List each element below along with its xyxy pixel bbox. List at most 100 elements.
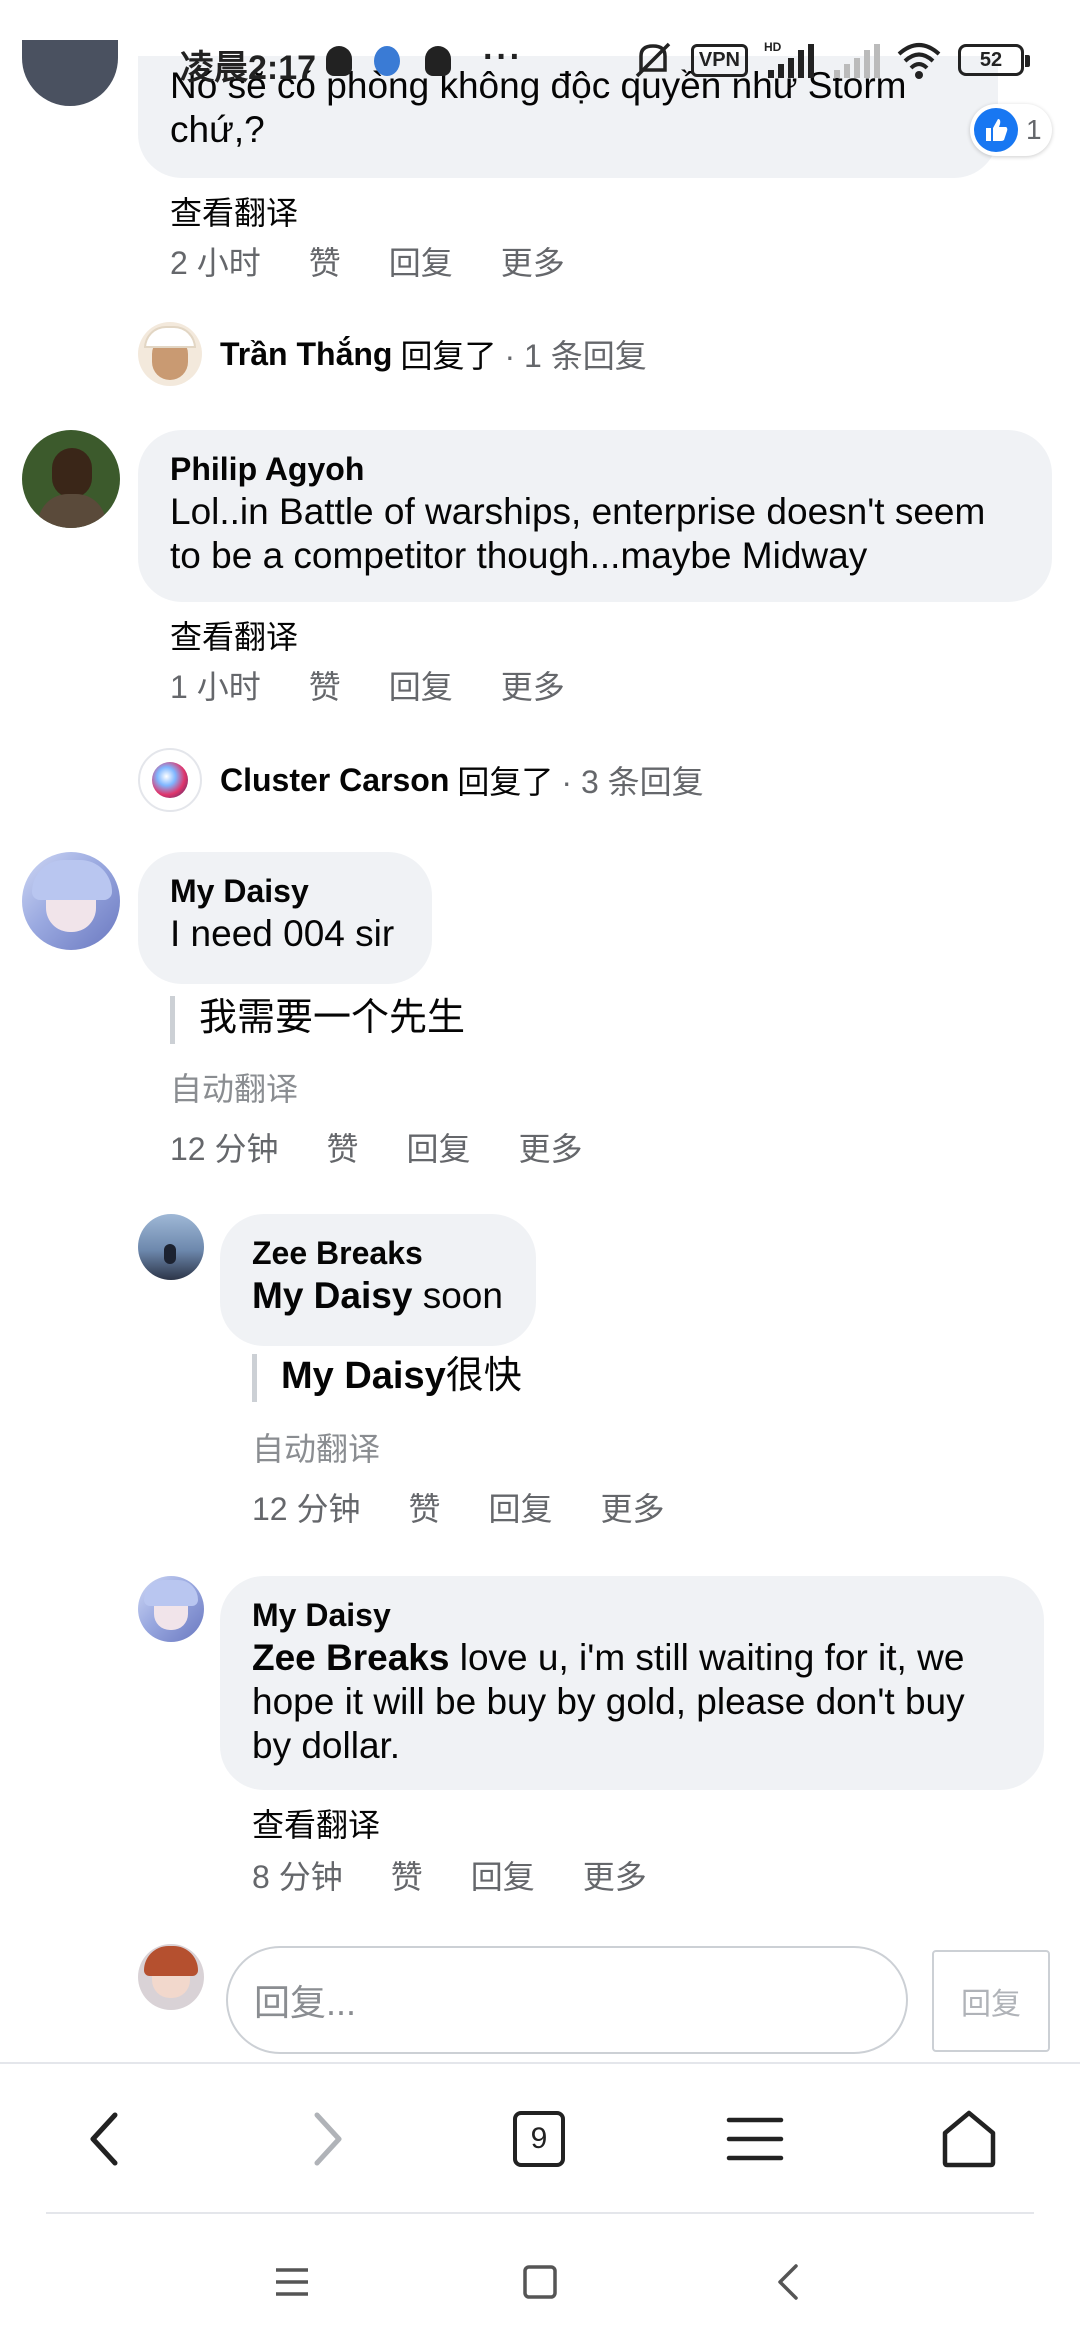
- comment-text: to be a competitor though...maybe Midway: [170, 535, 868, 576]
- home-icon: [942, 2110, 996, 2168]
- reply-author: Trần Thắng: [220, 335, 393, 372]
- mute-icon: [635, 42, 671, 78]
- reply-button[interactable]: 回复: [407, 1124, 471, 1170]
- comment-bubble[interactable]: My Daisy I need 004 sir: [138, 852, 432, 984]
- comment-text: Lol..in Battle of warships, enterprise d…: [170, 491, 986, 532]
- system-navigation-bar: [0, 2212, 1080, 2340]
- reply-author: Cluster Carson: [220, 761, 450, 798]
- auto-translation-label[interactable]: 自动翻译: [170, 1064, 298, 1110]
- alarm-icon: [374, 46, 400, 76]
- more-button[interactable]: 更多: [501, 238, 565, 284]
- back-icon: [90, 2112, 118, 2166]
- avatar[interactable]: [138, 1576, 204, 1642]
- comment-text: Zee Breaks love u, i'm still waiting for…: [252, 1636, 1012, 1680]
- battery-icon: 52: [958, 44, 1030, 76]
- status-bar: 凌晨2:17 ··· VPN HD 52: [0, 0, 1080, 120]
- comment-text: by dollar.: [252, 1725, 401, 1766]
- menu-icon: [726, 2117, 784, 2161]
- comment-author[interactable]: Zee Breaks: [252, 1232, 504, 1274]
- auto-translation: My Daisy很快: [252, 1354, 522, 1402]
- reply-count: · 3 条回复: [561, 764, 704, 800]
- like-button[interactable]: 赞: [409, 1484, 441, 1530]
- comment-time: 2 小时: [170, 245, 261, 281]
- tabs-icon: 9: [513, 2111, 565, 2167]
- comment-bubble[interactable]: Philip Agyoh Lol..in Battle of warships,…: [138, 430, 1052, 602]
- comment-text-body: love u, i'm still waiting for it, we: [449, 1637, 965, 1678]
- penguin-icon: [425, 46, 451, 76]
- comment-actions: 12 分钟 赞 回复 更多: [252, 1484, 713, 1530]
- reply-count: · 1 条回复: [504, 338, 647, 374]
- see-translation-link[interactable]: 查看翻译: [170, 612, 298, 658]
- comment-actions: 8 分钟 赞 回复 更多: [252, 1852, 695, 1898]
- square-icon: [523, 2265, 557, 2299]
- see-translation-link[interactable]: 查看翻译: [170, 188, 298, 234]
- back-nav-button[interactable]: [758, 2252, 818, 2312]
- more-button[interactable]: 更多: [501, 662, 565, 708]
- more-button[interactable]: 更多: [583, 1852, 647, 1898]
- more-notifications-icon: ···: [483, 38, 523, 76]
- back-icon: [778, 2264, 798, 2300]
- forward-icon: [314, 2112, 342, 2166]
- more-button[interactable]: 更多: [519, 1124, 583, 1170]
- avatar[interactable]: [22, 852, 120, 950]
- comment-feed[interactable]: Nó sẽ có phòng không độc quyền như Storm…: [0, 0, 1080, 2060]
- comment-time: 12 分钟: [252, 1491, 361, 1527]
- comment-text: hope it will be buy by gold, please don'…: [252, 1681, 965, 1722]
- wifi-icon: [897, 43, 941, 79]
- reply-verb: 回复了: [400, 338, 497, 374]
- mention-link[interactable]: My Daisy: [252, 1275, 412, 1316]
- reply-button[interactable]: 回复: [389, 238, 453, 284]
- comment-author[interactable]: My Daisy: [170, 870, 400, 912]
- penguin-icon: [326, 46, 352, 76]
- reply-button[interactable]: 回复: [471, 1852, 535, 1898]
- mention-translation: My Daisy: [281, 1355, 446, 1397]
- send-reply-button[interactable]: 回复: [932, 1950, 1050, 2052]
- avatar[interactable]: [22, 430, 120, 528]
- menu-icon: [276, 2268, 308, 2296]
- avatar[interactable]: [138, 1214, 204, 1280]
- more-button[interactable]: 更多: [601, 1484, 665, 1530]
- avatar: [138, 322, 202, 386]
- comment-text: I need 004 sir: [170, 913, 395, 954]
- auto-translation: 我需要一个先生: [170, 996, 465, 1044]
- comment-text: My Daisy soon: [252, 1274, 504, 1318]
- comment-author[interactable]: Philip Agyoh: [170, 448, 1020, 490]
- like-button[interactable]: 赞: [391, 1852, 423, 1898]
- signal-icon: HD: [764, 40, 814, 78]
- divider: [46, 2212, 1034, 2214]
- reply-verb: 回复了: [457, 764, 554, 800]
- browser-toolbar: 9: [0, 2062, 1080, 2212]
- translation-text: 很快: [445, 1355, 522, 1397]
- comment-actions: 1 小时 赞 回复 更多: [170, 662, 613, 708]
- svg-text:HD: HD: [764, 40, 782, 54]
- forward-button[interactable]: [282, 2094, 372, 2184]
- status-time: 凌晨2:17: [180, 49, 317, 87]
- home-button[interactable]: [924, 2094, 1014, 2184]
- see-translation-link[interactable]: 查看翻译: [252, 1800, 380, 1846]
- comment-bubble[interactable]: Zee Breaks My Daisy soon: [220, 1214, 536, 1346]
- view-replies-link[interactable]: Trần Thắng 回复了 · 1 条回复: [138, 322, 647, 386]
- reply-button[interactable]: 回复: [389, 662, 453, 708]
- vpn-badge: VPN: [690, 43, 748, 77]
- recents-button[interactable]: [262, 2252, 322, 2312]
- like-button[interactable]: 赞: [309, 662, 341, 708]
- reply-input[interactable]: 回复...: [226, 1946, 908, 2054]
- like-button[interactable]: 赞: [327, 1124, 359, 1170]
- menu-button[interactable]: [710, 2094, 800, 2184]
- reply-button[interactable]: 回复: [489, 1484, 553, 1530]
- like-button[interactable]: 赞: [309, 238, 341, 284]
- comment-actions: 12 分钟 赞 回复 更多: [170, 1124, 631, 1170]
- signal-weak-icon: [834, 44, 880, 78]
- status-right: VPN HD 52: [631, 40, 1030, 80]
- auto-translation-label[interactable]: 自动翻译: [252, 1424, 380, 1470]
- view-replies-link[interactable]: Cluster Carson 回复了 · 3 条回复: [138, 748, 704, 812]
- comment-time: 12 分钟: [170, 1131, 279, 1167]
- mention-link[interactable]: Zee Breaks: [252, 1637, 449, 1678]
- back-button[interactable]: [60, 2094, 150, 2184]
- comment-author[interactable]: My Daisy: [252, 1594, 1012, 1636]
- comment-time: 1 小时: [170, 669, 261, 705]
- home-nav-button[interactable]: [510, 2252, 570, 2312]
- comment-bubble[interactable]: My Daisy Zee Breaks love u, i'm still wa…: [220, 1576, 1044, 1790]
- tabs-button[interactable]: 9: [494, 2094, 584, 2184]
- comment-actions: 2 小时 赞 回复 更多: [170, 238, 613, 284]
